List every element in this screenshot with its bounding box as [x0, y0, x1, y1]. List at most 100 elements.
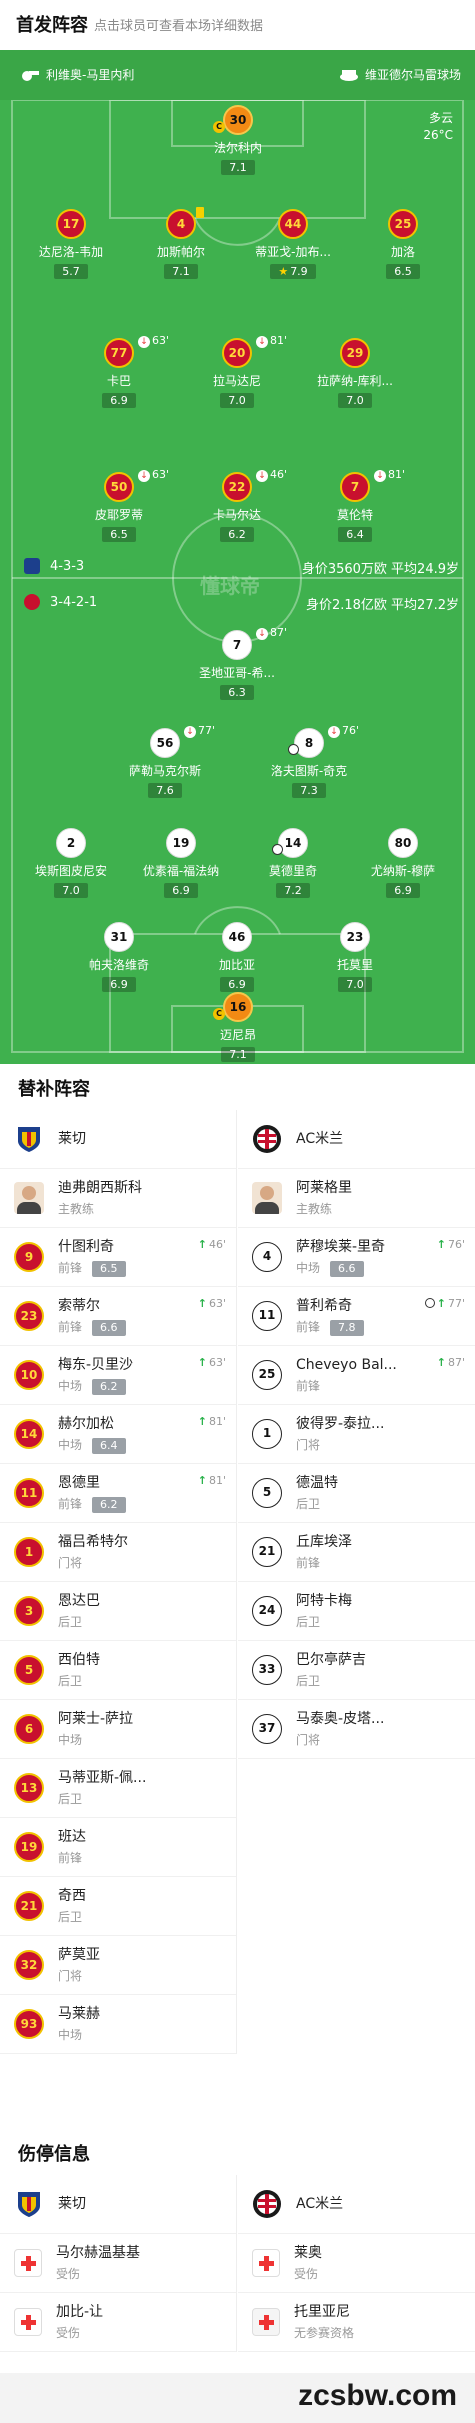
- team-header-lecce: 莱切: [0, 1110, 236, 1169]
- sub-player-number: 1: [252, 1419, 282, 1449]
- player-number: 29: [340, 338, 370, 368]
- player-gabriel[interactable]: 44 蒂亚戈-加布... ★ 7.9: [248, 209, 338, 279]
- player-veiga[interactable]: 17 达尼洛-韦加 5.7: [26, 209, 116, 279]
- sub-player-row[interactable]: 25 Cheveyo Bal... 前锋 ↑ 87': [238, 1346, 475, 1405]
- sub-player-position: 门将: [58, 1555, 83, 1570]
- injury-row[interactable]: 莱奥 受伤: [238, 2234, 475, 2293]
- medical-cross-icon: [14, 2308, 42, 2336]
- sub-out-icon: ↓: [256, 470, 268, 482]
- team-name: AC米兰: [296, 2196, 344, 2212]
- player-loftus-cheek[interactable]: 8 ↓ 76' 洛夫图斯-奇克 7.3: [264, 724, 359, 798]
- sub-player-row[interactable]: 32 萨莫亚 门将: [0, 1936, 236, 1995]
- player-rating: 7.6: [148, 783, 182, 798]
- player-saelemaekers[interactable]: 56 ↓ 77' 萨勒马克尔斯 7.6: [120, 724, 215, 798]
- sub-player-row[interactable]: 14 赫尔加松 中场 6.4 ↑ 81': [0, 1405, 236, 1464]
- player-pavlovic[interactable]: 31 帕夫洛维奇 6.9: [74, 922, 164, 992]
- player-number: 7: [340, 472, 370, 502]
- injuries-list: 莱切 马尔赫温基基 受伤 加比-让 受伤 AC米兰 莱奥 受伤 托里亚尼 无参赛资格: [0, 2175, 475, 2370]
- injury-row[interactable]: 马尔赫温基基 受伤: [0, 2234, 236, 2293]
- sub-time: 77': [198, 724, 216, 737]
- player-musah[interactable]: 80 尤纳斯-穆萨 6.9: [358, 828, 448, 898]
- sub-player-row[interactable]: 4 萨穆埃莱-里奇 中场 6.6 ↑ 76': [238, 1228, 475, 1287]
- sub-player-row[interactable]: 33 巴尔亭萨吉 后卫: [238, 1641, 475, 1700]
- player-rating: 6.5: [386, 264, 420, 279]
- sub-in-time: ↑ 76': [437, 1238, 465, 1251]
- player-fofana[interactable]: 19 优素福-福法纳 6.9: [136, 828, 226, 898]
- sub-player-number: 5: [252, 1478, 282, 1508]
- assist-icon: [272, 844, 283, 855]
- player-estupinan[interactable]: 2 埃斯图皮尼安 7.0: [26, 828, 116, 898]
- sub-player-row[interactable]: 93 马莱赫 中场: [0, 1995, 236, 2054]
- sub-player-name: 马蒂亚斯-佩...: [58, 1769, 147, 1786]
- sub-player-row[interactable]: 3 恩达巴 后卫: [0, 1582, 236, 1641]
- player-modric[interactable]: 14 莫德里奇 7.2: [248, 828, 338, 898]
- coach-milan[interactable]: 阿莱格里 主教练: [238, 1169, 475, 1228]
- sub-player-row[interactable]: 10 梅东-贝里沙 中场 6.2 ↑ 63': [0, 1346, 236, 1405]
- player-pierotti[interactable]: 50 ↓ 63' 皮耶罗蒂 6.5: [74, 468, 169, 542]
- player-gallo[interactable]: 25 加洛 6.5: [358, 209, 448, 279]
- player-rating: 6.9: [102, 393, 136, 408]
- sub-player-row[interactable]: 1 福吕希特尔 门将: [0, 1523, 236, 1582]
- player-falcone[interactable]: 30 C 法尔科内 7.1: [193, 105, 283, 175]
- player-name: 莫伦特: [336, 508, 373, 522]
- sub-player-position: 后卫: [296, 1673, 321, 1688]
- sub-player-row[interactable]: 6 阿莱士-萨拉 中场: [0, 1700, 236, 1759]
- sub-player-rating: 6.4: [92, 1437, 126, 1454]
- home-venue-name: 利维奥-马里内利: [46, 68, 135, 82]
- player-number: 44: [278, 209, 308, 239]
- sub-player-name: 赫尔加松: [58, 1415, 114, 1432]
- player-morente[interactable]: 7 ↓ 81' 莫伦特 6.4: [310, 468, 405, 542]
- sub-player-row[interactable]: 5 西伯特 后卫: [0, 1641, 236, 1700]
- lecce-logo-icon: [18, 2192, 40, 2217]
- sub-player-row[interactable]: 9 什图利奇 前锋 6.5 ↑ 46': [0, 1228, 236, 1287]
- sub-out-icon: ↓: [374, 470, 386, 482]
- player-coulibaly[interactable]: 29 拉萨纳-库利... 7.0: [310, 338, 400, 408]
- sub-player-name: 彼得罗-泰拉...: [296, 1415, 385, 1432]
- sub-player-row[interactable]: 1 彼得罗-泰拉... 门将: [238, 1405, 475, 1464]
- injury-row[interactable]: 托里亚尼 无参赛资格: [238, 2293, 475, 2352]
- sub-player-name: 梅东-贝里沙: [58, 1356, 134, 1373]
- player-number: 56: [150, 728, 180, 758]
- player-maignan[interactable]: 16 C 迈尼昂 7.1: [193, 992, 283, 1062]
- sub-player-position: 后卫: [58, 1614, 83, 1629]
- player-number: 25: [388, 209, 418, 239]
- milan-logo-icon: [253, 1125, 281, 1153]
- sub-player-position: 中场: [58, 2027, 83, 2042]
- player-camarda[interactable]: 22 ↓ 46' 卡马尔达 6.2: [192, 468, 287, 542]
- player-gabbia[interactable]: 46 加比亚 6.9: [192, 922, 282, 992]
- sub-out-time: ↓ 87': [256, 626, 287, 640]
- sub-player-number: 37: [252, 1714, 282, 1744]
- injury-row[interactable]: 加比-让 受伤: [0, 2293, 236, 2352]
- player-kaba[interactable]: 77 ↓ 63' 卡巴 6.9: [74, 334, 169, 408]
- sub-player-number: 19: [14, 1832, 44, 1862]
- sub-player-number: 4: [252, 1242, 282, 1272]
- sub-time: 81': [270, 334, 288, 347]
- player-tomori[interactable]: 23 托莫里 7.0: [310, 922, 400, 992]
- sub-player-row[interactable]: 24 阿特卡梅 后卫: [238, 1582, 475, 1641]
- sub-player-row[interactable]: 11 恩德里 前锋 6.2 ↑ 81': [0, 1464, 236, 1523]
- team-name: 莱切: [58, 2196, 86, 2212]
- injured-player-name: 莱奥: [294, 2244, 322, 2261]
- sub-player-row[interactable]: 5 德温特 后卫: [238, 1464, 475, 1523]
- sub-player-row[interactable]: 21 奇西 后卫: [0, 1877, 236, 1936]
- sub-player-row[interactable]: 19 班达 前锋: [0, 1818, 236, 1877]
- injury-status: 受伤: [56, 2266, 81, 2281]
- sub-player-row[interactable]: 21 丘库埃泽 前锋: [238, 1523, 475, 1582]
- player-gimenez[interactable]: 7 ↓ 87' 圣地亚哥-希... 6.3: [192, 626, 287, 700]
- sub-player-position: 中场: [58, 1437, 83, 1452]
- avg-age: 平均27.2岁: [391, 598, 459, 613]
- lecce-subs: 9 什图利奇 前锋 6.5 ↑ 46' 23 索蒂尔 前锋 6.6 ↑ 63' 10 梅东-贝里沙 中场 6.…: [0, 1228, 236, 2054]
- player-ramadani[interactable]: 20 ↓ 81' 拉马达尼 7.0: [192, 334, 287, 408]
- sub-player-name: 马泰奥-皮塔...: [296, 1710, 385, 1727]
- sub-player-row[interactable]: 11 普利希奇 前锋 7.8 ↑ 77': [238, 1287, 475, 1346]
- lecce-value: 身价3560万欧 平均24.9岁: [302, 558, 459, 577]
- sub-player-position: 前锋: [58, 1260, 83, 1275]
- player-name: 迈尼昂: [219, 1028, 256, 1042]
- coach-lecce[interactable]: 迪弗朗西斯科 主教练: [0, 1169, 236, 1228]
- sub-player-row[interactable]: 37 马泰奥-皮塔... 门将: [238, 1700, 475, 1759]
- sub-player-number: 21: [14, 1891, 44, 1921]
- sub-player-row[interactable]: 23 索蒂尔 前锋 6.6 ↑ 63': [0, 1287, 236, 1346]
- player-name: 皮耶罗蒂: [94, 508, 143, 522]
- player-gaspar[interactable]: 4 加斯帕尔 7.1: [136, 207, 226, 279]
- sub-player-row[interactable]: 13 马蒂亚斯-佩... 后卫: [0, 1759, 236, 1818]
